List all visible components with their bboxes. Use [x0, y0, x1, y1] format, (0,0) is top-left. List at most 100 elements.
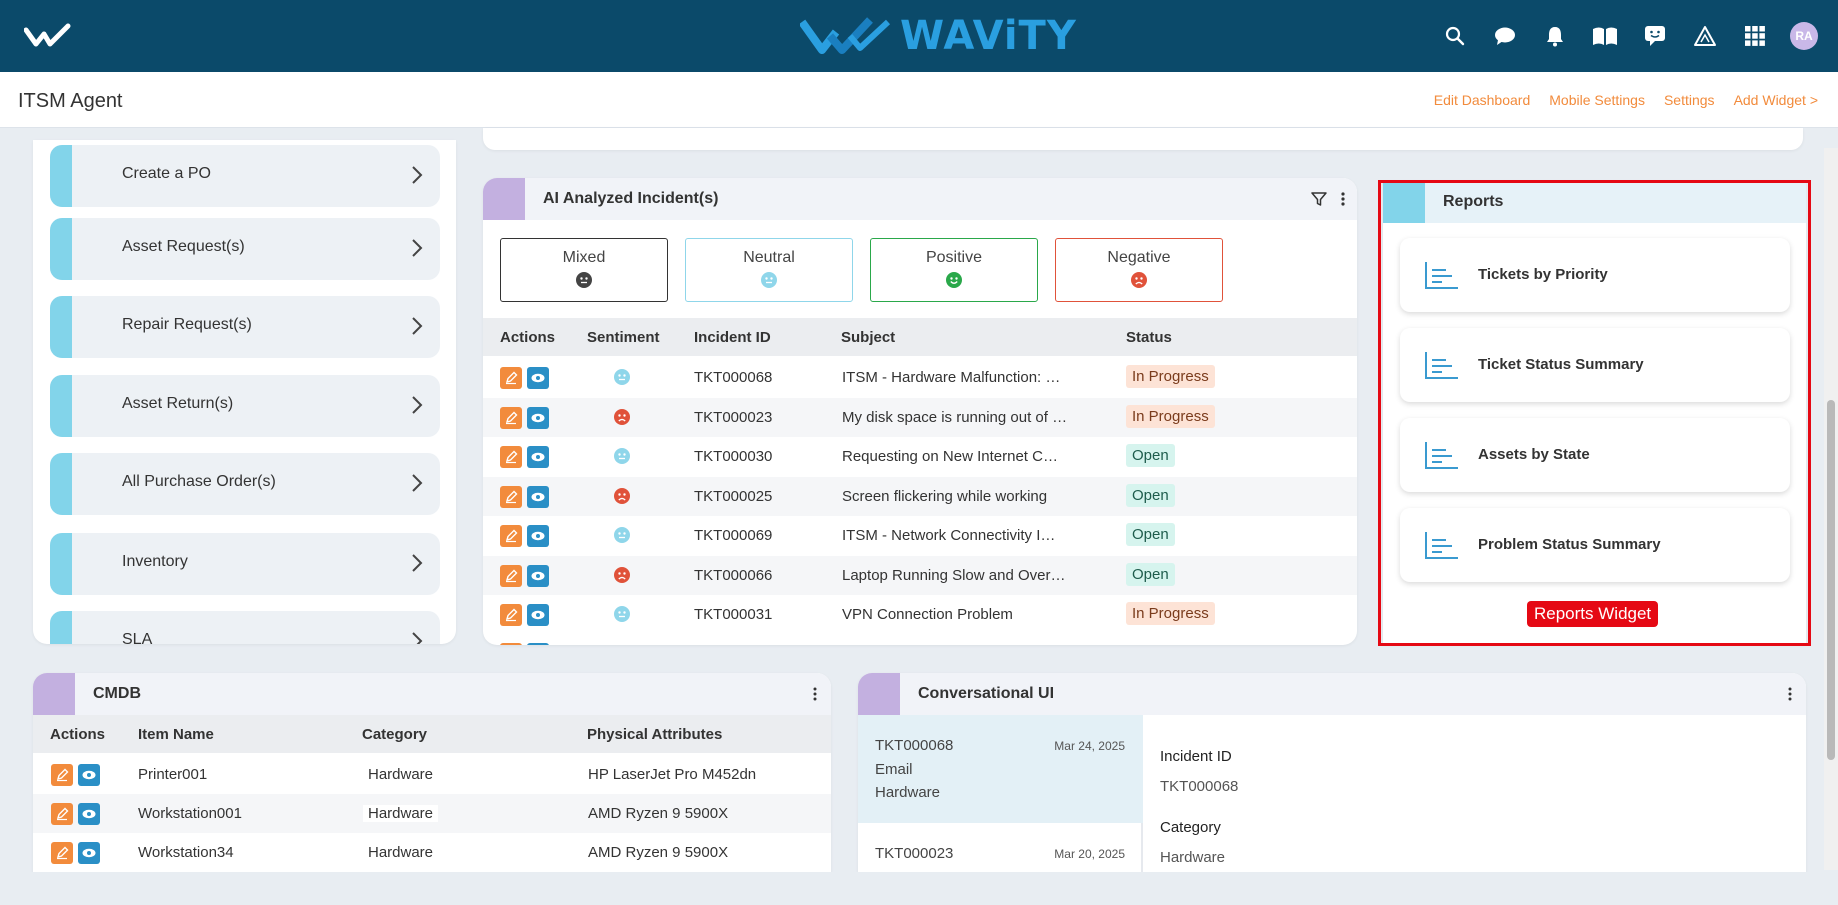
column-subject[interactable]: Subject	[841, 329, 895, 346]
table-row[interactable]: TKT000030 Requesting on New Internet C… Op…	[483, 437, 1357, 476]
sentiment-neutral-button[interactable]: Neutral	[685, 238, 853, 302]
report-problem-status-summary[interactable]: Problem Status Summary	[1400, 508, 1790, 582]
add-widget-link[interactable]: Add Widget >	[1734, 92, 1818, 108]
view-icon[interactable]	[78, 764, 100, 786]
table-row[interactable]: Workstation34 Hardware AMD Ryzen 9 5900X	[33, 833, 831, 872]
report-label: Ticket Status Summary	[1478, 356, 1644, 373]
reports-widget-annotation: Reports Widget	[1527, 601, 1659, 627]
edit-icon[interactable]	[500, 485, 522, 508]
edit-dashboard-link[interactable]: Edit Dashboard	[1434, 92, 1531, 108]
status-badge: In Progress	[1126, 365, 1215, 388]
settings-link[interactable]: Settings	[1664, 92, 1715, 108]
column-sentiment[interactable]: Sentiment	[587, 329, 660, 346]
edit-icon[interactable]	[51, 764, 73, 786]
view-icon[interactable]	[527, 525, 549, 547]
negative-face-icon	[614, 566, 630, 583]
edit-icon[interactable]	[51, 803, 73, 825]
report-assets-by-state[interactable]: Assets by State	[1400, 418, 1790, 492]
incident-id[interactable]: TKT000031	[694, 606, 772, 623]
conversation-item[interactable]: TKT000023 Mar 20, 2025	[858, 823, 1143, 873]
quick-item-asset-returns[interactable]: Asset Return(s)	[50, 375, 440, 437]
table-row[interactable]: Workstation001 Hardware AMD Ryzen 9 5900X	[33, 794, 831, 833]
column-item-name[interactable]: Item Name	[138, 726, 214, 743]
quick-item-label: Asset Request(s)	[122, 238, 245, 255]
table-row[interactable]	[483, 634, 1357, 645]
more-options-icon[interactable]	[813, 687, 817, 701]
scrollbar-thumb[interactable]	[1827, 400, 1835, 760]
conversation-item-selected[interactable]: TKT000068 Mar 24, 2025 Email Hardware	[858, 715, 1143, 823]
bell-icon[interactable]	[1530, 0, 1580, 72]
view-icon[interactable]	[527, 485, 549, 508]
feedback-icon[interactable]	[1630, 0, 1680, 72]
filter-icon[interactable]	[1311, 191, 1327, 207]
edit-icon[interactable]	[500, 406, 522, 429]
view-icon[interactable]	[527, 564, 549, 587]
grid-icon[interactable]	[1730, 0, 1780, 72]
table-row[interactable]: TKT000069 ITSM - Network Connectivity I… O…	[483, 516, 1357, 555]
view-icon[interactable]	[78, 842, 100, 864]
cmdb-widget: CMDB Actions Item Name Category Physical…	[33, 673, 831, 873]
incident-id[interactable]: TKT000025	[694, 488, 772, 505]
user-avatar[interactable]: RA	[1790, 22, 1818, 50]
table-row[interactable]: TKT000066 Laptop Running Slow and Over… Op…	[483, 555, 1357, 595]
table-row[interactable]: Printer001 Hardware HP LaserJet Pro M452dn	[33, 755, 831, 794]
mobile-settings-link[interactable]: Mobile Settings	[1549, 92, 1645, 108]
view-icon[interactable]	[527, 367, 549, 389]
column-status[interactable]: Status	[1126, 329, 1172, 346]
view-icon[interactable]	[527, 604, 549, 626]
chat-icon[interactable]	[1480, 0, 1530, 72]
widget-header: AI Analyzed Incident(s)	[483, 178, 1357, 220]
edit-icon[interactable]	[500, 446, 522, 468]
edit-icon[interactable]	[500, 564, 522, 587]
table-row[interactable]: TKT000023 My disk space is running out of…	[483, 397, 1357, 437]
search-icon[interactable]	[1430, 0, 1480, 72]
edit-icon[interactable]	[500, 643, 522, 645]
quick-item-create-po[interactable]: Create a PO	[50, 145, 440, 207]
view-icon[interactable]	[527, 446, 549, 468]
view-icon[interactable]	[527, 643, 549, 645]
more-options-icon[interactable]	[1341, 191, 1345, 207]
warning-icon[interactable]	[1680, 0, 1730, 72]
quick-item-inventory[interactable]: Inventory	[50, 533, 440, 595]
column-physical-attributes[interactable]: Physical Attributes	[587, 726, 722, 743]
vertical-scrollbar[interactable]	[1824, 148, 1838, 870]
wavity-small-logo[interactable]	[24, 22, 72, 50]
widget-header: CMDB	[33, 673, 831, 715]
edit-icon[interactable]	[500, 367, 522, 389]
quick-item-asset-requests[interactable]: Asset Request(s)	[50, 218, 440, 280]
item-attributes: AMD Ryzen 9 5900X	[588, 844, 729, 861]
table-row[interactable]: TKT000068 ITSM - Hardware Malfunction: … I…	[483, 358, 1357, 397]
sentiment-mixed-button[interactable]: Mixed	[500, 238, 668, 302]
conversation-date: Mar 24, 2025	[1054, 739, 1125, 753]
more-options-icon[interactable]	[1788, 687, 1792, 701]
item-name[interactable]: Workstation001	[138, 805, 242, 822]
table-row[interactable]: TKT000025 Screen flickering while working…	[483, 476, 1357, 516]
edit-icon[interactable]	[51, 842, 73, 864]
table-row[interactable]: TKT000031 VPN Connection Problem In Progre…	[483, 595, 1357, 634]
report-tickets-by-priority[interactable]: Tickets by Priority	[1400, 238, 1790, 312]
quick-item-purchase-orders[interactable]: All Purchase Order(s)	[50, 453, 440, 515]
quick-item-sla[interactable]: SLA	[50, 611, 440, 644]
incident-id[interactable]: TKT000030	[694, 448, 772, 465]
conversation-list: TKT000068 Mar 24, 2025 Email Hardware TK…	[858, 715, 1143, 873]
book-icon[interactable]	[1580, 0, 1630, 72]
report-ticket-status-summary[interactable]: Ticket Status Summary	[1400, 328, 1790, 402]
incident-id[interactable]: TKT000068	[694, 369, 772, 386]
incident-id[interactable]: TKT000023	[694, 409, 772, 426]
item-name[interactable]: Printer001	[138, 766, 207, 783]
incident-id[interactable]: TKT000069	[694, 527, 772, 544]
column-incident-id[interactable]: Incident ID	[694, 329, 771, 346]
quick-item-repair-requests[interactable]: Repair Request(s)	[50, 296, 440, 358]
edit-icon[interactable]	[500, 525, 522, 547]
edit-icon[interactable]	[500, 604, 522, 626]
item-attributes: HP LaserJet Pro M452dn	[588, 766, 757, 783]
view-icon[interactable]	[78, 803, 100, 825]
reports-widget: Reports Tickets by Priority Ticket Statu…	[1383, 181, 1806, 644]
column-category[interactable]: Category	[362, 726, 427, 743]
report-chart-icon	[1425, 262, 1458, 289]
sentiment-positive-button[interactable]: Positive	[870, 238, 1038, 302]
view-icon[interactable]	[527, 406, 549, 429]
incident-id[interactable]: TKT000066	[694, 567, 772, 584]
item-name[interactable]: Workstation34	[138, 844, 234, 861]
sentiment-negative-button[interactable]: Negative	[1055, 238, 1223, 302]
